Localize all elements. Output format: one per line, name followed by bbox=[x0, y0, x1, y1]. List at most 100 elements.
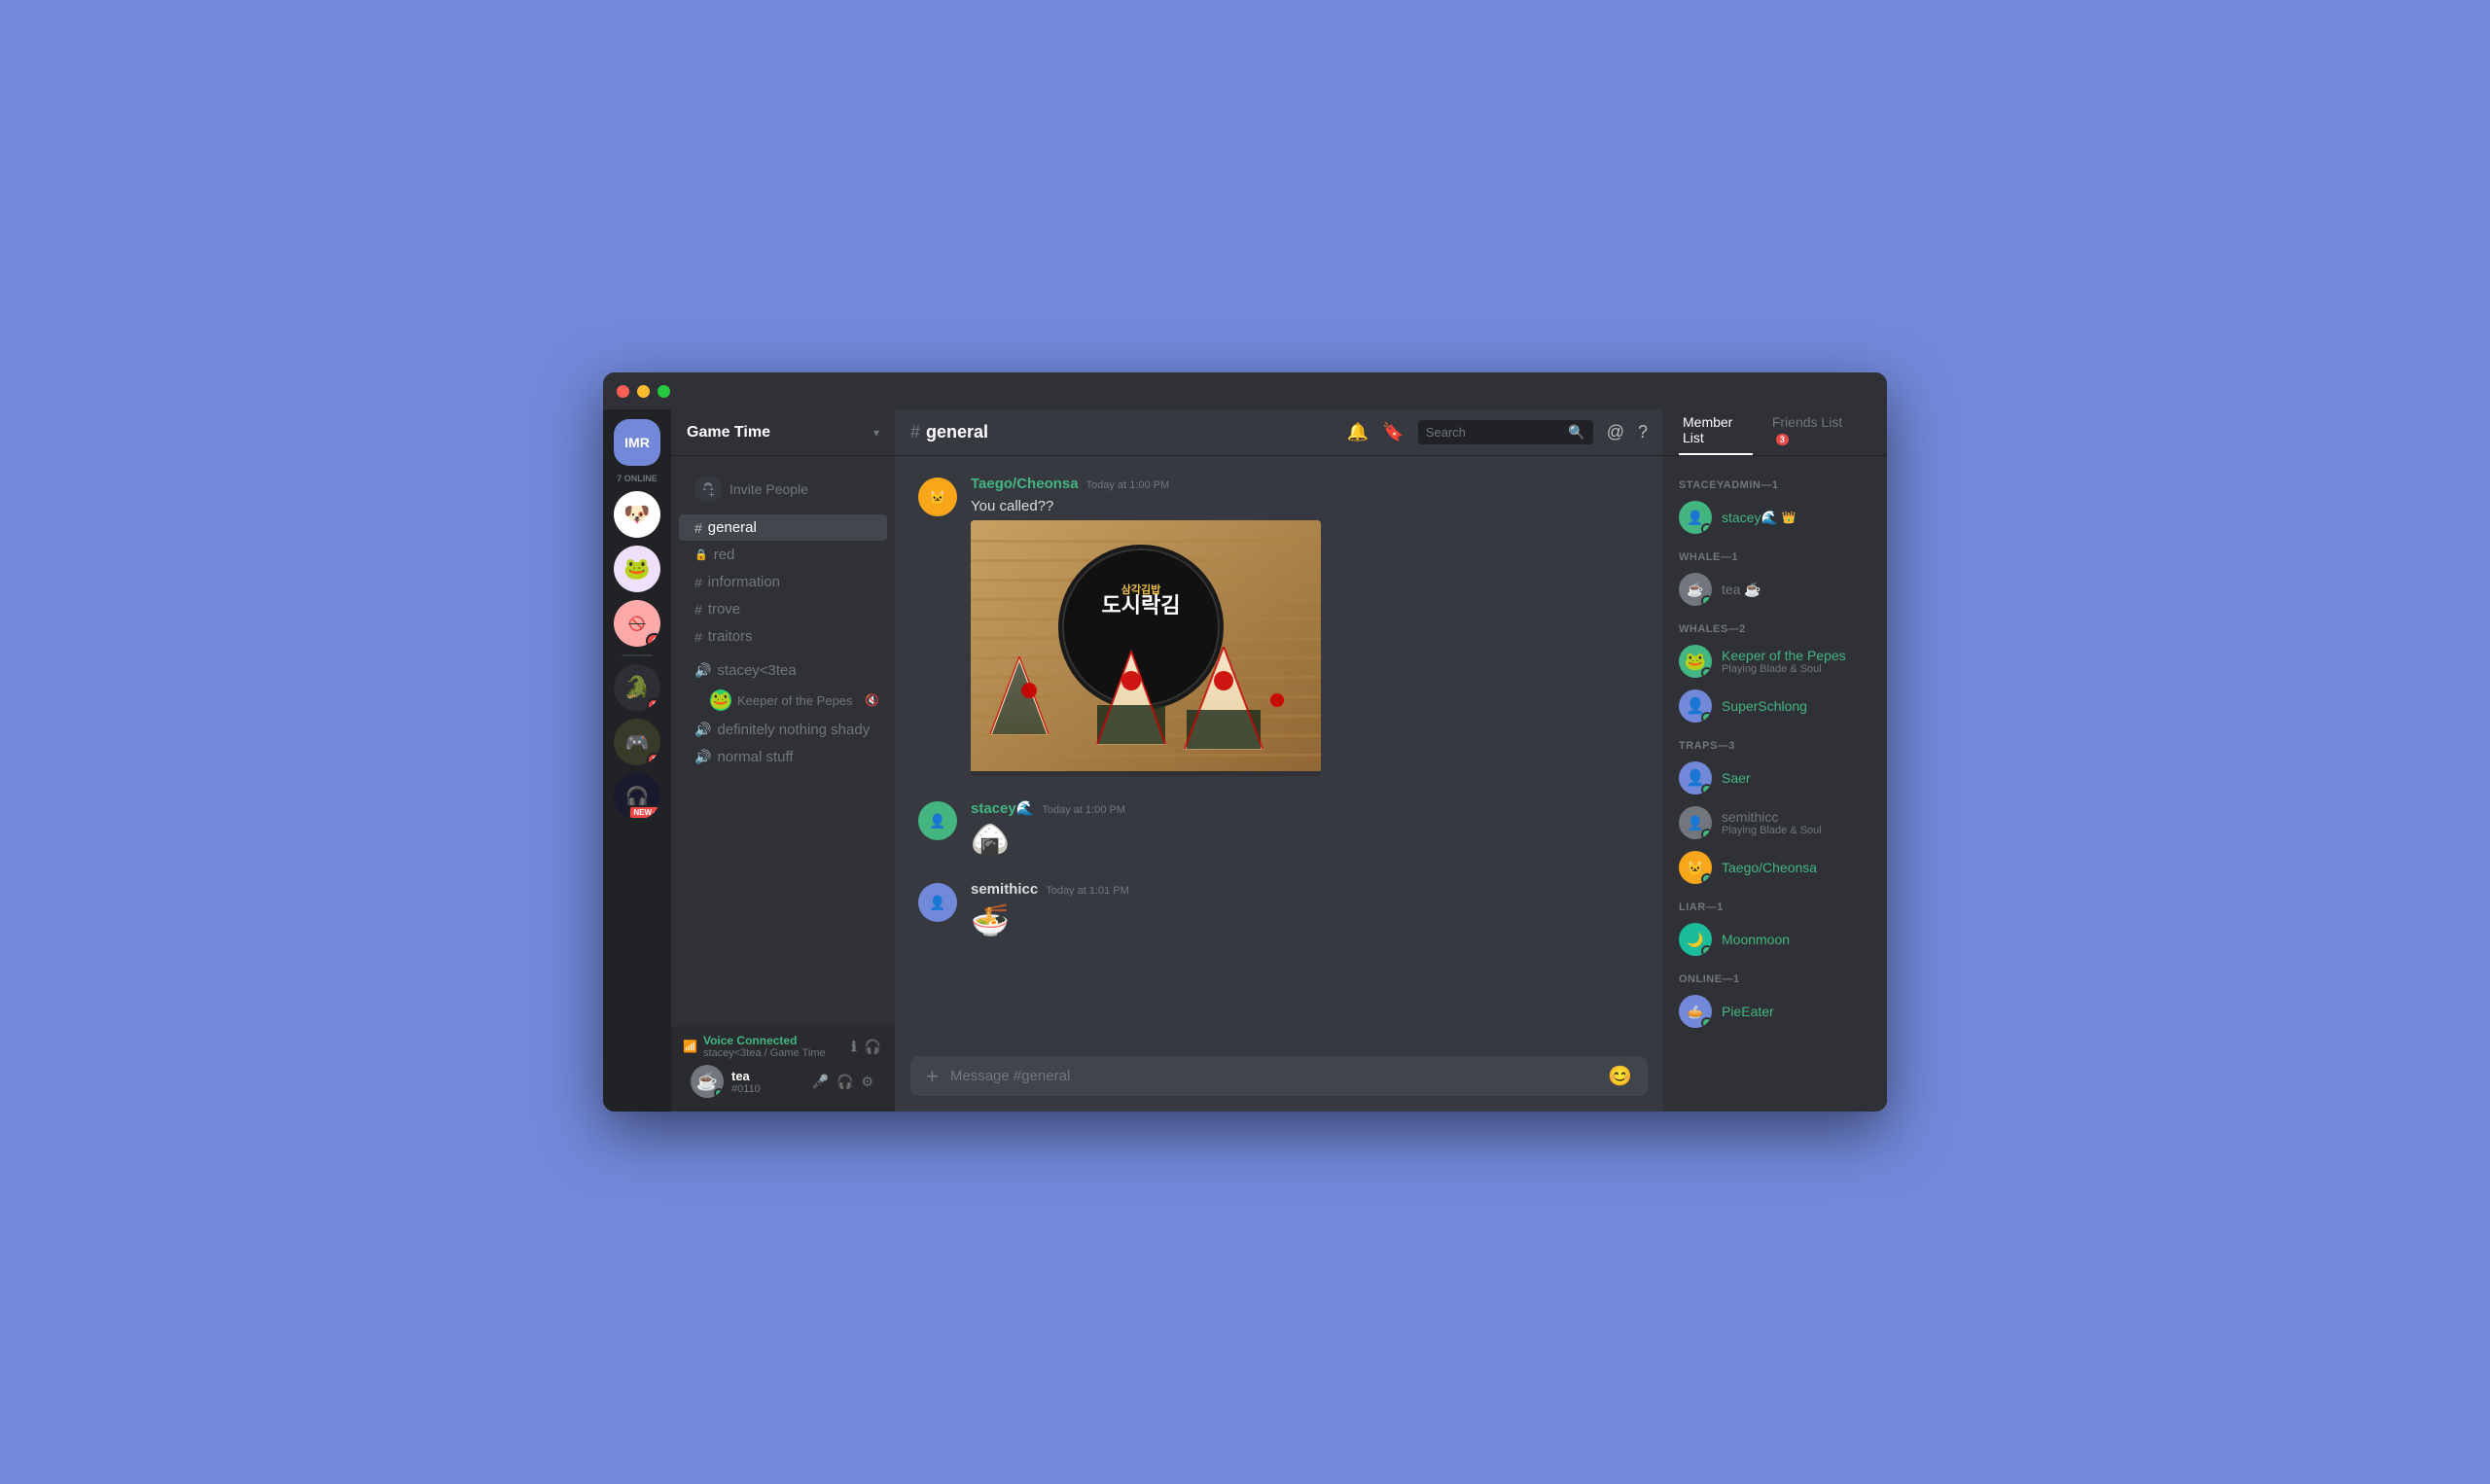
member-taego[interactable]: 🐱 Taego/Cheonsa bbox=[1671, 845, 1879, 890]
stacey-content: stacey🌊 Today at 1:00 PM 🍙 bbox=[971, 799, 1640, 858]
emoji-button[interactable]: 😊 bbox=[1608, 1064, 1632, 1088]
server-icon-2[interactable]: 🐸 bbox=[614, 546, 660, 592]
message-taego: 🐱 Taego/Cheonsa Today at 1:00 PM You cal… bbox=[910, 472, 1648, 780]
maximize-button[interactable] bbox=[658, 385, 670, 398]
pie-status-dot bbox=[1701, 1017, 1712, 1028]
stacey-emoji: 🍙 bbox=[971, 821, 1640, 858]
super-member-name: SuperSchlong bbox=[1722, 698, 1871, 714]
voice-footer: 📶 Voice Connected stacey<3tea / Game Tim… bbox=[671, 1026, 895, 1112]
member-saer[interactable]: 👤 Saer bbox=[1671, 756, 1879, 800]
tea-status-dot bbox=[1701, 595, 1712, 606]
voice-headset-button[interactable]: 🎧 bbox=[863, 1037, 883, 1057]
user-name: tea bbox=[731, 1069, 802, 1083]
lock-hash-icon: 🔒 bbox=[694, 548, 708, 561]
chevron-down-icon: ▾ bbox=[873, 426, 879, 440]
search-input[interactable] bbox=[1426, 425, 1563, 440]
section-whale1: WHALE—1 bbox=[1671, 540, 1879, 567]
mention-icon[interactable]: @ bbox=[1607, 422, 1624, 442]
stacey-member-avatar: 👤 bbox=[1679, 501, 1712, 534]
voice-connected-status: 📶 Voice Connected stacey<3tea / Game Tim… bbox=[683, 1034, 883, 1059]
member-moonmoon[interactable]: 🌙 Moonmoon bbox=[1671, 917, 1879, 962]
invite-icon bbox=[694, 476, 722, 503]
channel-general[interactable]: # general bbox=[679, 514, 887, 541]
voice-info-button[interactable]: ℹ bbox=[849, 1037, 858, 1057]
hash-icon-traitors: # bbox=[694, 629, 702, 645]
message-text-input[interactable] bbox=[950, 1056, 1596, 1096]
stacey-avatar: 👤 bbox=[918, 801, 957, 840]
channel-information[interactable]: # information bbox=[679, 569, 887, 595]
sidebar-channels: Invite People # general 🔒 red # informat… bbox=[671, 456, 895, 1026]
server-icon-6[interactable]: 🎧 NEW↓ bbox=[614, 773, 660, 820]
message-semi: 👤 semithicc Today at 1:01 PM 🍜 bbox=[910, 877, 1648, 942]
keeper-game: Playing Blade & Soul bbox=[1722, 663, 1846, 675]
channel-red-label: red bbox=[714, 547, 735, 563]
channel-shady[interactable]: 🔊 definitely nothing shady bbox=[679, 717, 887, 743]
member-superschlong[interactable]: 👤 SuperSchlong bbox=[1671, 684, 1879, 728]
member-stacey[interactable]: 👤 stacey🌊 👑 bbox=[1671, 495, 1879, 540]
bell-icon[interactable]: 🔔 bbox=[1347, 422, 1369, 442]
channel-traitors-label: traitors bbox=[708, 628, 753, 645]
tab-friends-list[interactable]: Friends List 3 bbox=[1768, 409, 1856, 455]
server-icon-4[interactable]: 🐊 1 bbox=[614, 664, 660, 711]
channel-normal[interactable]: 🔊 normal stuff bbox=[679, 744, 887, 770]
server-divider bbox=[622, 654, 653, 656]
search-bar[interactable]: 🔍 bbox=[1418, 420, 1593, 444]
main-layout: IMR 7 ONLINE 🐶 🐸 🚫 4 🐊 1 🎮 2 bbox=[603, 409, 1887, 1112]
channel-title: general bbox=[926, 422, 988, 442]
server-icon-5[interactable]: 🎮 2 bbox=[614, 719, 660, 765]
keeper-status-dot bbox=[1701, 667, 1712, 678]
member-tea[interactable]: ☕ tea ☕ bbox=[1671, 567, 1879, 612]
keeper-member-name: Keeper of the Pepes bbox=[1722, 648, 1846, 663]
taego-member-avatar: 🐱 bbox=[1679, 851, 1712, 884]
settings-button[interactable]: ⚙ bbox=[859, 1072, 875, 1092]
chat-channel-name: # general bbox=[910, 422, 988, 442]
pin-icon[interactable]: 🔖 bbox=[1382, 422, 1404, 442]
voice-icon-stacey: 🔊 bbox=[694, 662, 711, 679]
voice-actions: ℹ 🎧 bbox=[849, 1037, 883, 1057]
pie-member-avatar: 🥧 bbox=[1679, 995, 1712, 1028]
messages-container: 🐱 Taego/Cheonsa Today at 1:00 PM You cal… bbox=[895, 456, 1663, 1056]
app-window: IMR 7 ONLINE 🐶 🐸 🚫 4 🐊 1 🎮 2 bbox=[603, 372, 1887, 1112]
server-name-header[interactable]: Game Time ▾ bbox=[671, 409, 895, 456]
moon-member-avatar: 🌙 bbox=[1679, 923, 1712, 956]
server-icon-imr[interactable]: IMR bbox=[614, 419, 660, 466]
server-icon-3[interactable]: 🚫 4 bbox=[614, 600, 660, 647]
channel-traitors[interactable]: # traitors bbox=[679, 623, 887, 650]
tea-member-avatar: ☕ bbox=[1679, 573, 1712, 606]
sidebar: Game Time ▾ Invite People # general bbox=[671, 409, 895, 1112]
headphones-button[interactable]: 🎧 bbox=[835, 1072, 855, 1092]
keeper-member-avatar: 🐸 bbox=[1679, 645, 1712, 678]
header-actions: 🔔 🔖 🔍 @ ? bbox=[1347, 420, 1648, 444]
title-bar bbox=[603, 372, 1887, 409]
crown-icon: 👑 bbox=[1782, 511, 1796, 524]
member-list-tab-label: Member List bbox=[1683, 414, 1732, 445]
microphone-button[interactable]: 🎤 bbox=[810, 1072, 831, 1092]
message-input-area: + 😊 bbox=[895, 1056, 1663, 1112]
user-panel: ☕ tea #0110 🎤 🎧 ⚙ bbox=[683, 1059, 883, 1104]
user-status-dot bbox=[714, 1088, 724, 1098]
channel-stacey3tea[interactable]: 🔊 stacey<3tea bbox=[679, 657, 887, 684]
member-list: Member List Friends List 3 STACEYADMIN—1… bbox=[1663, 409, 1887, 1112]
user-info: tea #0110 bbox=[731, 1069, 802, 1095]
member-keeper[interactable]: 🐸 Keeper of the Pepes Playing Blade & So… bbox=[1671, 639, 1879, 684]
channel-trove[interactable]: # trove bbox=[679, 596, 887, 622]
add-attachment-button[interactable]: + bbox=[926, 1064, 939, 1089]
invite-people-button[interactable]: Invite People bbox=[679, 468, 887, 511]
close-button[interactable] bbox=[617, 385, 629, 398]
minimize-button[interactable] bbox=[637, 385, 650, 398]
channel-information-label: information bbox=[708, 574, 780, 590]
semi-timestamp: Today at 1:01 PM bbox=[1046, 885, 1129, 897]
server-icon-1[interactable]: 🐶 bbox=[614, 491, 660, 538]
voice-connected-label: Voice Connected bbox=[703, 1034, 826, 1047]
semi-game: Playing Blade & Soul bbox=[1722, 825, 1822, 836]
keeper-name: Keeper of the Pepes bbox=[737, 693, 853, 708]
member-pieeater[interactable]: 🥧 PieEater bbox=[1671, 989, 1879, 1034]
channel-normal-label: normal stuff bbox=[717, 749, 793, 765]
tab-member-list[interactable]: Member List bbox=[1679, 409, 1753, 455]
help-icon[interactable]: ? bbox=[1638, 422, 1648, 442]
channel-keeper-user[interactable]: 🐸 Keeper of the Pepes 🔇 bbox=[679, 685, 887, 716]
member-semithicc[interactable]: 👤 semithicc Playing Blade & Soul bbox=[1671, 800, 1879, 845]
channel-red[interactable]: 🔒 red bbox=[679, 542, 887, 568]
channel-stacey3tea-label: stacey<3tea bbox=[717, 662, 796, 679]
semi-emoji: 🍜 bbox=[971, 901, 1640, 938]
